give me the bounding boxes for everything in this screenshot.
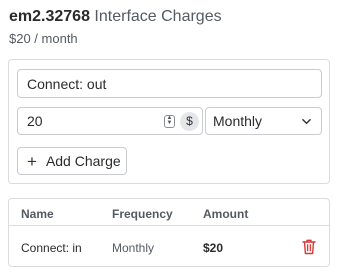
amount-stepper[interactable]: ▲ ▼ — [164, 114, 175, 128]
page-title: em2.32768 Interface Charges — [9, 7, 222, 27]
price-summary: $20 / month — [9, 31, 78, 46]
amount-value: 20 — [27, 113, 43, 129]
frequency-selected: Monthly — [213, 113, 263, 129]
frequency-select[interactable]: Monthly — [205, 107, 322, 135]
charges-header: em2.32768 Interface Charges $20 / month — [9, 7, 222, 46]
charges-table: Name Frequency Amount Connect: in Monthl… — [8, 198, 330, 267]
plus-icon: + — [27, 151, 37, 171]
column-header-frequency: Frequency — [112, 207, 173, 221]
trash-icon[interactable] — [301, 238, 317, 255]
charge-frequency: Monthly — [112, 241, 155, 255]
column-header-amount: Amount — [203, 207, 249, 221]
charge-name: Connect: in — [21, 241, 82, 255]
title-label: Interface Charges — [94, 8, 222, 25]
charge-amount: $20 — [203, 241, 224, 255]
add-charge-label: Add Charge — [45, 153, 121, 169]
add-charge-button[interactable]: + Add Charge — [17, 147, 127, 175]
currency-badge: $ — [180, 111, 199, 131]
interface-id: em2.32768 — [9, 8, 90, 25]
table-header: Name Frequency Amount — [9, 199, 329, 226]
description-value: Connect: out — [27, 75, 107, 92]
table-row: Connect: in Monthly $20 — [9, 227, 329, 267]
description-input[interactable]: Connect: out — [17, 69, 322, 98]
add-charge-form: Connect: out 20 ▲ ▼ $ Monthly + Add Char… — [8, 59, 330, 184]
amount-input[interactable]: 20 ▲ ▼ $ — [17, 107, 203, 135]
chevron-down-icon — [302, 118, 311, 124]
column-header-name: Name — [21, 207, 54, 221]
stepper-down-icon[interactable]: ▼ — [167, 120, 173, 126]
